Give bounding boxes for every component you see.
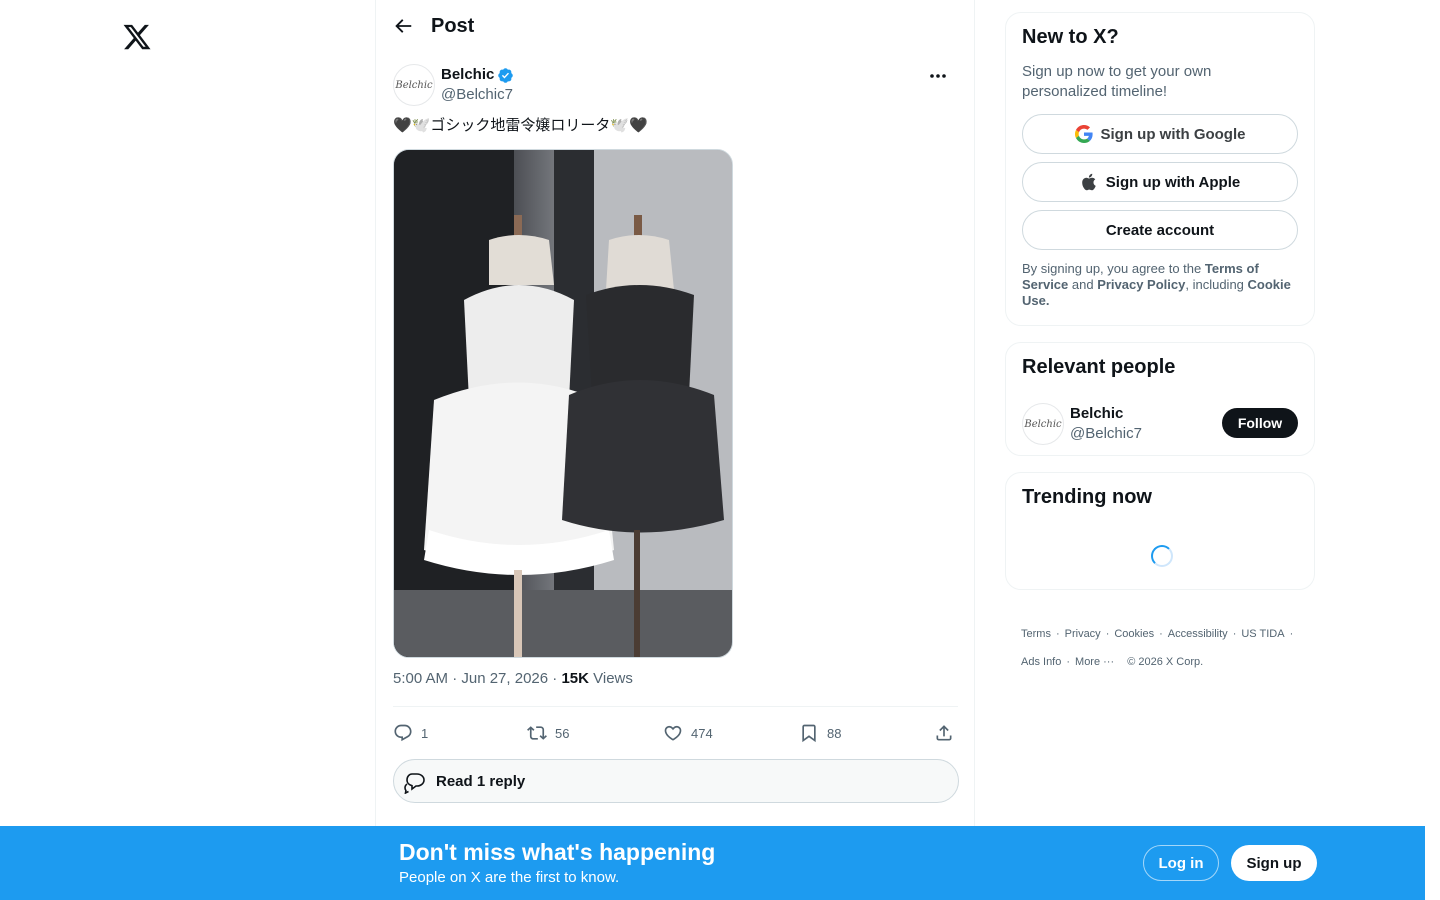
footer-terms[interactable]: Terms xyxy=(1021,628,1051,640)
like-button[interactable]: 474 xyxy=(663,720,713,746)
more-icon[interactable] xyxy=(926,66,950,86)
post-timestamp[interactable]: 5:00 AM · Jun 27, 2026 · xyxy=(393,670,561,687)
footer-copyright: © 2026 X Corp. xyxy=(1127,656,1204,668)
repost-button[interactable]: 56 xyxy=(527,720,569,746)
post-text: 🖤🕊️ゴシック地雷令嬢ロリータ🕊️🖤 xyxy=(393,117,648,134)
read-reply-icon xyxy=(404,773,425,794)
footer-accessibility[interactable]: Accessibility xyxy=(1168,628,1228,640)
legal-including: , including xyxy=(1185,277,1248,292)
signup-card: New to X? Sign up now to get your own pe… xyxy=(1005,12,1315,326)
post-meta: 5:00 AM · Jun 27, 2026 · 15K Views xyxy=(393,670,633,687)
signup-banner: Don't miss what's happening People on X … xyxy=(0,826,1425,900)
person-handle[interactable]: @Belchic7 xyxy=(1070,425,1142,442)
signup-description: Sign up now to get your own personalized… xyxy=(1022,63,1212,100)
author-name[interactable]: Belchic xyxy=(441,66,494,83)
login-button[interactable]: Log in xyxy=(1143,845,1219,881)
x-logo-icon[interactable] xyxy=(122,22,152,52)
banner-title: Don't miss what's happening xyxy=(399,839,716,865)
separator: · xyxy=(1105,628,1110,640)
reply-count: 1 xyxy=(421,725,429,741)
loading-spinner xyxy=(1151,545,1173,567)
footer-privacy[interactable]: Privacy xyxy=(1065,628,1101,640)
relevant-people-card: Relevant people Belchic Belchic @Belchic… xyxy=(1005,342,1315,456)
reply-button[interactable]: 1 xyxy=(393,720,428,746)
post-author: Belchic Belchic @Belchic7 xyxy=(393,64,958,108)
google-icon xyxy=(1074,125,1093,143)
create-account-button[interactable]: Create account xyxy=(1022,210,1298,250)
signup-button[interactable]: Sign up xyxy=(1231,845,1317,881)
signup-legal-text: By signing up, you agree to the Terms of… xyxy=(1022,261,1297,309)
read-reply-button[interactable]: Read 1 reply xyxy=(393,759,959,803)
primary-column: Post Belchic Belchic @Belchic7 🖤🕊️ゴシック地雷… xyxy=(375,0,975,900)
create-account-label: Create account xyxy=(1105,221,1215,239)
relevant-people-title: Relevant people xyxy=(1022,356,1176,378)
apple-icon xyxy=(1081,173,1096,191)
google-signup-label: Sign up with Google xyxy=(1100,125,1246,143)
avatar-logo-text: Belchic xyxy=(395,79,433,91)
like-icon xyxy=(664,725,682,741)
sidebar-footer: Terms · Privacy · Cookies · Accessibility · US T… xyxy=(1021,620,1311,676)
separator: · xyxy=(1055,628,1060,640)
post-actions: 1 56 474 88 xyxy=(393,720,958,746)
bookmark-count: 88 xyxy=(827,725,842,741)
post-header: Post xyxy=(376,0,974,53)
trending-card: Trending now xyxy=(1005,472,1315,590)
trending-title: Trending now xyxy=(1022,486,1152,508)
google-signup-button[interactable]: Sign up with Google xyxy=(1022,114,1298,154)
repost-count: 56 xyxy=(555,725,570,741)
back-arrow-icon[interactable] xyxy=(392,15,414,37)
separator: · xyxy=(1159,628,1163,640)
footer-ads-info[interactable]: Ads Info xyxy=(1021,656,1061,668)
footer-more[interactable]: More ··· xyxy=(1075,656,1114,668)
follow-button[interactable]: Follow xyxy=(1222,408,1298,438)
repost-icon xyxy=(527,726,547,740)
author-handle[interactable]: @Belchic7 xyxy=(441,86,513,103)
person-avatar-logo-text: Belchic xyxy=(1024,418,1062,430)
banner-subtitle: People on X are the first to know. xyxy=(399,869,620,886)
share-button[interactable] xyxy=(934,720,962,746)
apple-signup-button[interactable]: Sign up with Apple xyxy=(1022,162,1298,202)
dresses-photo xyxy=(394,150,732,657)
person-avatar[interactable]: Belchic xyxy=(1022,403,1064,445)
read-reply-label: Read 1 reply xyxy=(436,773,526,790)
left-nav xyxy=(0,0,375,900)
legal-and: and xyxy=(1068,277,1098,292)
verified-badge-icon xyxy=(498,68,513,83)
signup-card-title: New to X? xyxy=(1022,26,1119,48)
share-icon xyxy=(936,725,952,741)
like-count: 474 xyxy=(691,725,713,741)
views-label: Views xyxy=(588,670,633,687)
bookmark-button[interactable]: 88 xyxy=(799,720,841,746)
divider xyxy=(393,706,958,707)
page-title: Post xyxy=(431,15,475,37)
reply-icon xyxy=(394,724,412,742)
person-name[interactable]: Belchic xyxy=(1070,405,1123,422)
separator xyxy=(1119,656,1122,668)
separator: · xyxy=(1232,628,1237,640)
footer-cookies[interactable]: Cookies xyxy=(1114,628,1154,640)
bookmark-icon xyxy=(802,724,816,743)
privacy-link[interactable]: Privacy Policy xyxy=(1097,277,1185,292)
post-image[interactable] xyxy=(393,149,733,658)
avatar[interactable]: Belchic xyxy=(393,64,435,106)
apple-signup-label: Sign up with Apple xyxy=(1105,173,1241,191)
separator: · xyxy=(1066,656,1071,668)
separator: · xyxy=(1289,628,1294,640)
views-count: 15K xyxy=(561,670,589,687)
legal-prefix: By signing up, you agree to the xyxy=(1022,261,1205,276)
footer-us-tida[interactable]: US TIDA xyxy=(1241,628,1284,640)
